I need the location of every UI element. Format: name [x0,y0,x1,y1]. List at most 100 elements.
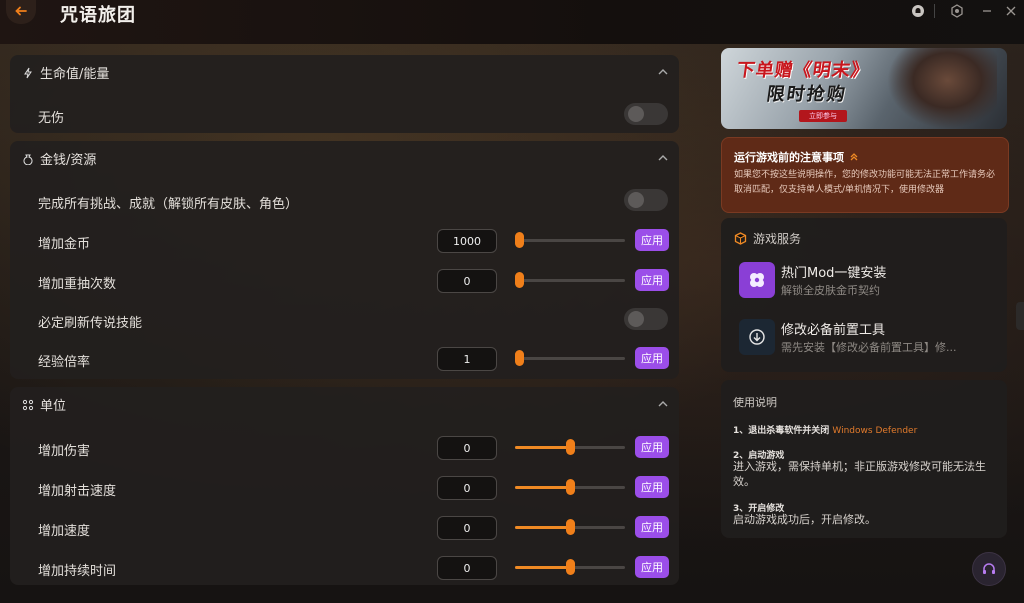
slider-thumb[interactable] [515,350,524,366]
notice-title-text: 运行游戏前的注意事项 [734,151,844,164]
apply-button[interactable]: 应用 [635,347,669,369]
chevron-up-icon[interactable] [657,153,669,163]
cube-icon [734,232,747,245]
bell-icon [912,5,924,17]
chevron-up-icon[interactable] [657,399,669,409]
coin-bag-icon [22,153,34,165]
toggle-legend-skill[interactable] [624,308,668,330]
promo-banner[interactable]: 下单赠《明末》 限时抢购 立即参与 [721,48,1007,129]
chevron-up-icon[interactable] [657,67,669,77]
notice-body: 如果您不按这些说明操作，您的修改功能可能无法正常工作请务必取消匹配，仅支持单人模… [734,170,996,195]
settings-button[interactable] [946,2,968,20]
banner-headline: 下单赠《明末》 [735,60,872,81]
notice-card: 运行游戏前的注意事项 如果您不按这些说明操作，您的修改功能可能无法正常工作请务必… [721,137,1009,213]
panel-title: 金钱/资源 [40,153,97,168]
row-label: 增加金币 [38,237,91,252]
row-label: 增加伤害 [38,444,91,459]
slider-track [515,279,625,282]
gold-input[interactable]: 1000 [437,229,497,253]
notice-title[interactable]: 运行游戏前的注意事项 [734,149,859,165]
panel-health: 生命值/能量 无伤 [10,55,679,133]
gold-slider[interactable] [515,232,625,248]
notification-button[interactable] [907,2,929,20]
apply-button[interactable]: 应用 [635,556,669,578]
apply-button[interactable]: 应用 [635,269,669,291]
guide-step-3-desc: 启动游戏成功后，开启修改。 [733,513,876,526]
side-drawer-handle[interactable] [1016,302,1024,330]
mod-icon [739,262,775,298]
slider-fill [515,526,570,529]
row-label: 完成所有挑战、成就（解锁所有皮肤、角色） [38,197,299,212]
guide-step-1: 1、退出杀毒软件并关闭 Windows Defender [733,423,917,436]
slider-thumb[interactable] [566,559,575,575]
row-label: 增加速度 [38,524,91,539]
toggle-knob [628,106,644,122]
banner-cta-button[interactable]: 立即参与 [799,110,847,122]
panel-title: 生命值/能量 [40,67,110,82]
close-button[interactable] [1000,2,1022,20]
support-button[interactable] [972,552,1006,586]
apply-button[interactable]: 应用 [635,436,669,458]
service-subtitle: 需先安装【修改必备前置工具】修... [781,341,957,354]
damage-slider[interactable] [515,439,625,455]
back-arrow-icon [15,6,27,16]
fire-rate-input[interactable]: 0 [437,476,497,500]
headset-icon [983,563,995,574]
duration-input[interactable]: 0 [437,556,497,580]
apply-button[interactable]: 应用 [635,229,669,251]
panel-unit: 单位 增加伤害 0 应用 增加射击速度 0 应用 增加速度 0 应用 增加持续时… [10,387,679,585]
service-item-prereq-tool[interactable]: 修改必备前置工具 需先安装【修改必备前置工具】修... [739,319,999,359]
lightning-icon [22,67,34,79]
minimize-button[interactable] [976,2,998,20]
minimize-icon [983,10,991,12]
slider-thumb[interactable] [515,232,524,248]
title-divider [934,4,935,18]
toggle-knob [628,311,644,327]
slider-track [515,357,625,360]
damage-input[interactable]: 0 [437,436,497,460]
apply-button[interactable]: 应用 [635,516,669,538]
row-label: 无伤 [38,111,65,126]
unit-icon [22,399,34,411]
game-services-card: 游戏服务 热门Mod一键安装 解锁全皮肤金币契约 修改必备前置工具 需先安装【修… [721,218,1007,372]
reroll-slider[interactable] [515,272,625,288]
banner-character-art [887,48,997,129]
service-subtitle: 解锁全皮肤金币契约 [781,284,880,297]
guide-step-2-desc: 进入游戏，需保持单机；非正版游戏修改可能无法生效。 [733,460,986,488]
slider-thumb[interactable] [566,439,575,455]
duration-slider[interactable] [515,559,625,575]
speed-input[interactable]: 0 [437,516,497,540]
slider-fill [515,486,570,489]
speed-slider[interactable] [515,519,625,535]
slider-track [515,239,625,242]
title-bar: 咒语旅团 [0,0,1024,44]
usage-guide-card: 使用说明 1、退出杀毒软件并关闭 Windows Defender 2、启动游戏… [721,380,1007,538]
banner-subheadline: 限时抢购 [765,84,849,105]
panel-title: 单位 [40,399,67,414]
row-label: 增加重抽次数 [38,277,117,292]
fire-rate-slider[interactable] [515,479,625,495]
slider-fill [515,566,570,569]
apply-button[interactable]: 应用 [635,476,669,498]
reroll-input[interactable]: 0 [437,269,497,293]
download-icon [739,319,775,355]
service-item-mod-install[interactable]: 热门Mod一键安装 解锁全皮肤金币契约 [739,262,999,302]
exp-rate-input[interactable]: 1 [437,347,497,371]
services-title: 游戏服务 [753,232,802,246]
service-title: 修改必备前置工具 [781,323,886,338]
panel-header-unit: 单位 [22,395,66,414]
panel-money: 金钱/资源 完成所有挑战、成就（解锁所有皮肤、角色） 增加金币 1000 应用 … [10,141,679,379]
slider-thumb[interactable] [566,479,575,495]
chevron-up-double-icon [850,153,858,161]
guide-step-text: 1、退出杀毒软件并关闭 [733,426,830,436]
toggle-complete-achievements[interactable] [624,189,668,211]
app-title: 咒语旅团 [60,5,136,26]
back-button[interactable] [6,0,36,24]
slider-thumb[interactable] [515,272,524,288]
slider-thumb[interactable] [566,519,575,535]
row-label: 增加射击速度 [38,484,117,499]
toggle-no-damage[interactable] [624,103,668,125]
exp-rate-slider[interactable] [515,350,625,366]
toggle-knob [628,192,644,208]
slider-fill [515,446,570,449]
